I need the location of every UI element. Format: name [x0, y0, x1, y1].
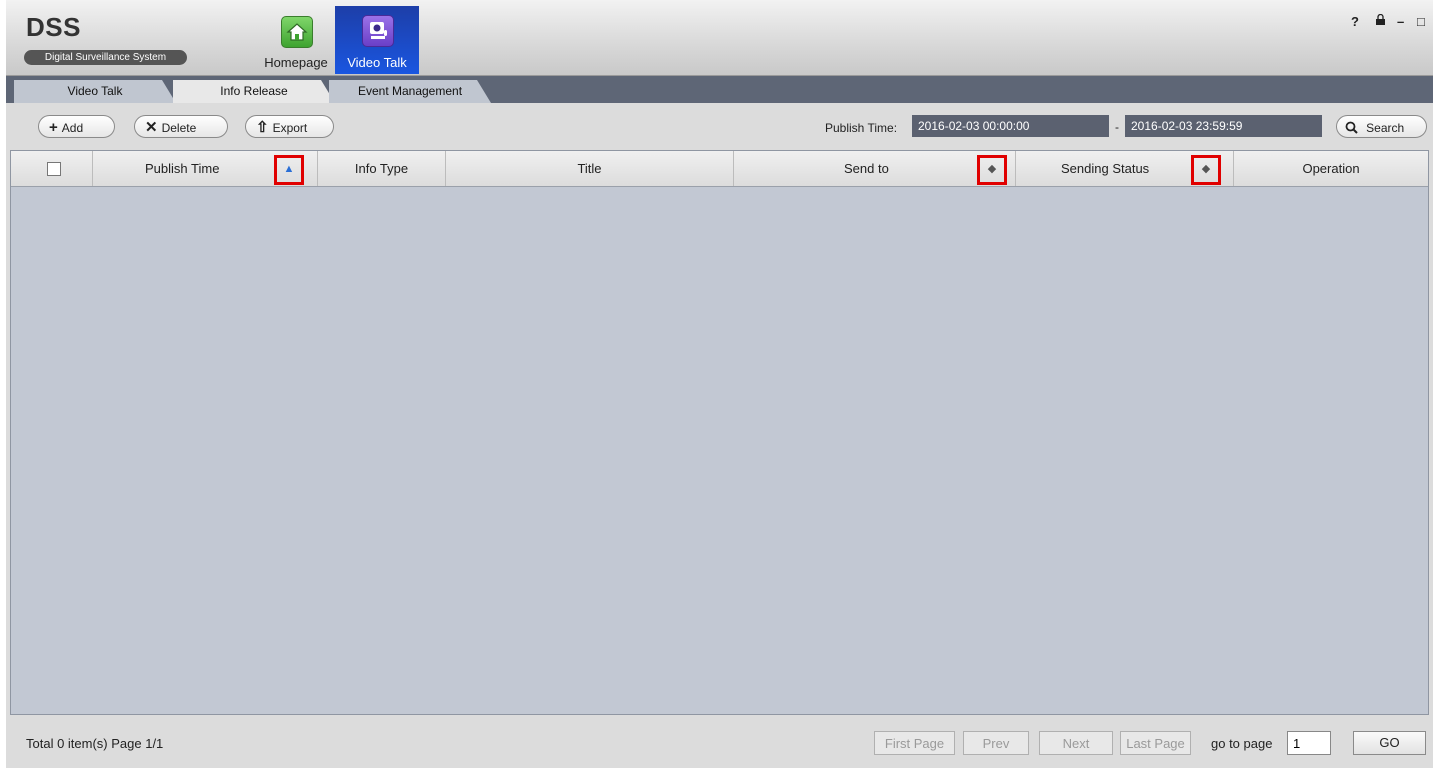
search-button[interactable]: Search — [1336, 115, 1427, 138]
info-table: Publish Time ▲ Info Type Title Send to ◆… — [10, 150, 1429, 715]
add-button-label: Add — [61, 121, 84, 135]
maximize-icon[interactable]: □ — [1417, 14, 1425, 29]
column-info-type[interactable]: Info Type — [318, 151, 446, 186]
total-summary: Total 0 item(s) Page 1/1 — [26, 736, 164, 751]
tab-video-talk[interactable]: Video Talk — [14, 80, 176, 103]
add-button[interactable]: + Add — [38, 115, 115, 138]
minimize-icon[interactable]: – — [1397, 14, 1404, 29]
prev-button[interactable]: Prev — [963, 731, 1029, 755]
next-button[interactable]: Next — [1039, 731, 1113, 755]
module-video-talk-label: Video Talk — [347, 55, 407, 70]
last-page-button[interactable]: Last Page — [1120, 731, 1191, 755]
video-talk-icon — [362, 15, 394, 47]
tab-bar: Video Talk Info Release Event Management — [6, 76, 1433, 103]
delete-button-label: Delete — [161, 121, 197, 135]
send-to-sort-icon[interactable]: ◆ — [977, 155, 1007, 185]
module-homepage-label: Homepage — [264, 55, 328, 70]
app-logo: DSS — [26, 12, 81, 42]
go-button[interactable]: GO — [1353, 731, 1426, 755]
end-time-field[interactable] — [1125, 115, 1322, 137]
go-to-page-label: go to page — [1211, 736, 1273, 751]
lock-icon[interactable] — [1375, 13, 1386, 28]
select-all-checkbox[interactable] — [47, 162, 61, 176]
plus-icon: + — [49, 119, 58, 136]
toolbar: +Add ✕Delete ⇧Export Publish Time: - Sea… — [6, 103, 1433, 149]
column-title[interactable]: Title — [446, 151, 734, 186]
pagination-footer: Total 0 item(s) Page 1/1 First Page Prev… — [6, 716, 1433, 768]
table-header: Publish Time ▲ Info Type Title Send to ◆… — [11, 151, 1428, 187]
home-icon — [281, 16, 313, 48]
export-button-label: Export — [272, 121, 308, 135]
sending-status-sort-icon[interactable]: ◆ — [1191, 155, 1221, 185]
app-header: DSS Digital Surveillance System Homepage — [6, 0, 1433, 76]
app-window: DSS Digital Surveillance System Homepage — [6, 0, 1433, 768]
table-body — [11, 187, 1428, 714]
help-icon[interactable]: ? — [1351, 14, 1359, 29]
publish-time-sort-icon[interactable]: ▲ — [274, 155, 304, 185]
first-page-button[interactable]: First Page — [874, 731, 955, 755]
app-logo-subtitle: Digital Surveillance System — [24, 50, 187, 65]
select-all-column — [11, 151, 93, 186]
search-icon — [1345, 119, 1362, 136]
delete-button[interactable]: ✕ Delete — [134, 115, 228, 138]
publish-time-label: Publish Time: — [825, 121, 898, 135]
module-video-talk-button[interactable]: Video Talk — [335, 6, 419, 74]
date-separator: - — [1115, 120, 1119, 134]
tab-event-management[interactable]: Event Management — [329, 80, 491, 103]
column-send-to[interactable]: Send to — [734, 151, 1016, 186]
export-button[interactable]: ⇧ Export — [245, 115, 334, 138]
column-operation: Operation — [1302, 161, 1360, 176]
start-time-field[interactable] — [912, 115, 1109, 137]
x-icon: ✕ — [145, 119, 158, 136]
search-button-label: Search — [1366, 121, 1405, 135]
module-homepage-button[interactable]: Homepage — [254, 6, 338, 74]
export-icon: ⇧ — [256, 119, 269, 136]
page-number-input[interactable] — [1287, 731, 1331, 755]
tab-info-release[interactable]: Info Release — [173, 80, 335, 103]
